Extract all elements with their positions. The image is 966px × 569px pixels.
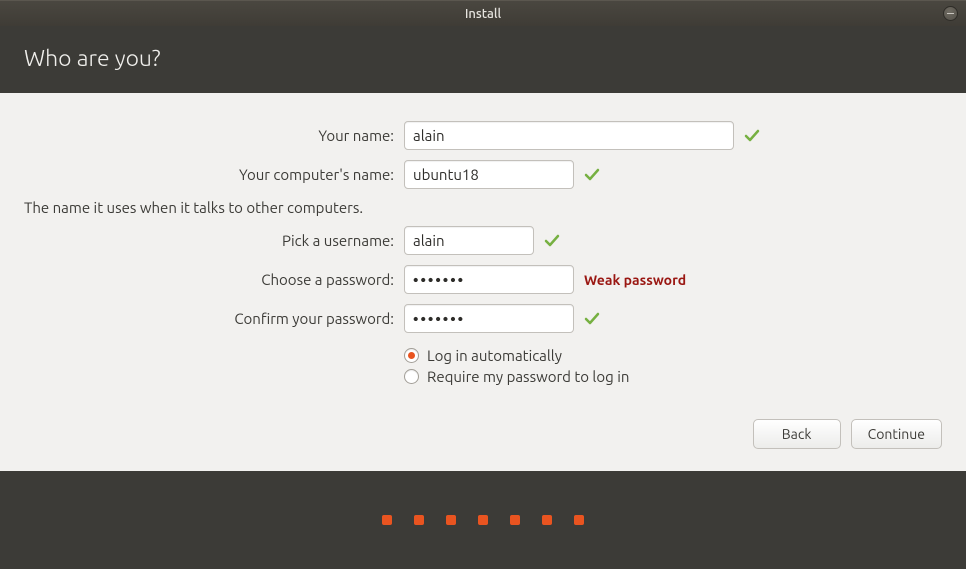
- minimize-button[interactable]: [943, 6, 958, 21]
- radio-auto-label: Log in automatically: [427, 347, 562, 364]
- name-input[interactable]: [404, 121, 734, 150]
- back-button[interactable]: Back: [753, 419, 841, 449]
- content-area: Your name: Your computer's name: The nam…: [0, 93, 966, 419]
- username-input[interactable]: [404, 226, 534, 255]
- radio-require-label: Require my password to log in: [427, 368, 629, 385]
- radio-icon: [404, 369, 419, 384]
- confirm-input[interactable]: [404, 304, 574, 333]
- row-computer: Your computer's name:: [24, 160, 942, 189]
- computer-label: Your computer's name:: [24, 166, 394, 183]
- computer-input[interactable]: [404, 160, 574, 189]
- progress-dot: [414, 515, 424, 525]
- minimize-icon: [947, 13, 954, 15]
- page-header: Who are you?: [0, 26, 966, 93]
- radio-auto-login[interactable]: Log in automatically: [404, 347, 942, 364]
- progress-dot: [446, 515, 456, 525]
- continue-button[interactable]: Continue: [851, 419, 942, 449]
- checkmark-icon: [744, 128, 760, 144]
- computer-hint: The name it uses when it talks to other …: [24, 199, 942, 216]
- radio-require-password[interactable]: Require my password to log in: [404, 368, 942, 385]
- radio-icon: [404, 348, 419, 363]
- row-username: Pick a username:: [24, 226, 942, 255]
- progress-dot: [382, 515, 392, 525]
- name-label: Your name:: [24, 127, 394, 144]
- progress-footer: [0, 471, 966, 569]
- progress-dot: [542, 515, 552, 525]
- progress-dot: [574, 515, 584, 525]
- checkmark-icon: [544, 233, 560, 249]
- row-name: Your name:: [24, 121, 942, 150]
- username-label: Pick a username:: [24, 232, 394, 249]
- password-input[interactable]: [404, 265, 574, 294]
- progress-dot: [478, 515, 488, 525]
- row-password: Choose a password: Weak password: [24, 265, 942, 294]
- password-strength: Weak password: [584, 272, 686, 288]
- button-bar: Back Continue: [0, 419, 966, 471]
- checkmark-icon: [584, 167, 600, 183]
- window-title: Install: [465, 7, 501, 21]
- row-confirm: Confirm your password:: [24, 304, 942, 333]
- page-title: Who are you?: [24, 46, 161, 71]
- login-options: Log in automatically Require my password…: [404, 347, 942, 385]
- progress-dot: [510, 515, 520, 525]
- confirm-label: Confirm your password:: [24, 310, 394, 327]
- user-form: Your name: Your computer's name: The nam…: [24, 121, 942, 385]
- titlebar: Install: [0, 0, 966, 26]
- checkmark-icon: [584, 311, 600, 327]
- password-label: Choose a password:: [24, 271, 394, 288]
